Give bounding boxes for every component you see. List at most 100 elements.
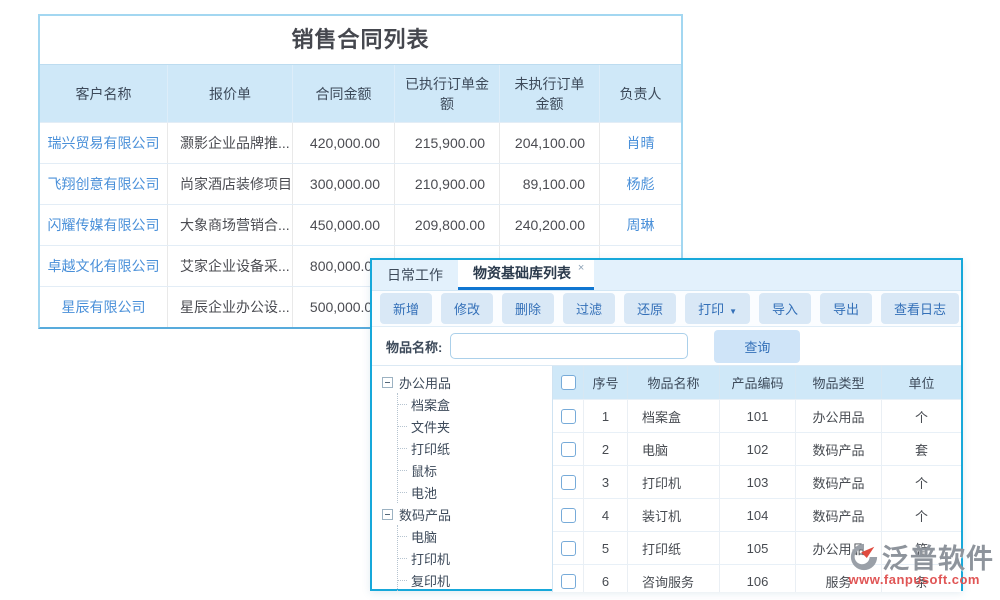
cell-quotation: 大象商场营销合... [167,205,292,245]
close-icon[interactable]: × [578,262,584,274]
cell-unit: 个 [881,466,961,498]
cell-item-name[interactable]: 档案盒 [627,400,719,432]
tree-leaf[interactable]: 电池 [398,481,552,503]
search-row: 物品名称: 查询 [372,327,961,365]
tree-node-label: 数码产品 [399,505,451,524]
row-checkbox[interactable] [561,475,576,490]
page-title: 销售合同列表 [40,16,681,64]
item-name-label: 物品名称: [386,337,442,356]
toolbar-button[interactable]: 导出 [820,293,872,324]
cell-item-name[interactable]: 装订机 [627,499,719,531]
column-header-quote: 报价单 [167,65,292,122]
row-checkbox[interactable] [561,508,576,523]
toolbar-button[interactable]: 查看日志 [881,293,959,324]
tab-daily-work[interactable]: 日常工作 [372,260,458,290]
row-checkbox[interactable] [561,574,576,589]
cell-unit: 套 [881,433,961,465]
cell-product-code[interactable]: 106 [719,565,795,592]
tree-leaf-label: 打印纸 [411,439,450,458]
cell-item-name[interactable]: 咨询服务 [627,565,719,592]
tree-leaf[interactable]: 电脑 [398,525,552,547]
tree-leaf-label: 电脑 [411,527,437,546]
toolbar-button[interactable]: 修改 [441,293,493,324]
table-row[interactable]: 2 电脑 102 数码产品 套 [553,432,961,465]
toolbar-button-label: 查看日志 [894,302,946,317]
materials-header-row: 序号 物品名称 产品编码 物品类型 单位 [553,366,961,399]
tab-materials-list[interactable]: 物资基础库列表 × [458,260,594,290]
tree-leaf[interactable]: 打印机 [398,547,552,569]
table-row[interactable]: 瑞兴贸易有限公司 灏影企业品牌推... 420,000.00 215,900.0… [40,122,681,163]
cell-quotation: 灏影企业品牌推... [167,123,292,163]
tree-children-office: 档案盒 文件夹 打印纸 鼠标 电池 [397,393,552,503]
table-row[interactable]: 3 打印机 103 数码产品 个 [553,465,961,498]
cell-customer-name[interactable]: 闪耀传媒有限公司 [40,205,167,245]
tree-leaf[interactable]: 文件夹 [398,415,552,437]
select-all-checkbox[interactable] [561,375,576,390]
cell-product-code[interactable]: 104 [719,499,795,531]
toolbar-button[interactable]: 过滤 [563,293,615,324]
cell-checkbox [553,565,583,592]
cell-owner[interactable]: 周琳 [599,205,681,245]
column-header-item-type: 物品类型 [795,366,881,399]
toolbar-button[interactable]: 打印▼ [685,293,750,324]
column-header-customer: 客户名称 [40,65,167,122]
cell-executed-amount: 215,900.00 [394,123,499,163]
tree-node-office-supplies[interactable]: 办公用品 [382,371,552,393]
tree-leaf-label: 文件夹 [411,417,450,436]
table-row[interactable]: 飞翔创意有限公司 尚家酒店装修项目 300,000.00 210,900.00 … [40,163,681,204]
cell-executed-amount: 209,800.00 [394,205,499,245]
cell-checkbox [553,499,583,531]
table-row[interactable]: 1 档案盒 101 办公用品 个 [553,399,961,432]
cell-item-name[interactable]: 电脑 [627,433,719,465]
cell-item-name[interactable]: 打印纸 [627,532,719,564]
tree-node-label: 办公用品 [399,373,451,392]
row-checkbox[interactable] [561,541,576,556]
cell-owner[interactable]: 杨彪 [599,164,681,204]
tree-leaf[interactable]: 复印机 [398,569,552,591]
query-button[interactable]: 查询 [714,330,800,363]
cell-product-code[interactable]: 105 [719,532,795,564]
cell-index: 6 [583,565,627,592]
toolbar-button[interactable]: 新增 [380,293,432,324]
cell-product-code[interactable]: 101 [719,400,795,432]
table-row[interactable]: 闪耀传媒有限公司 大象商场营销合... 450,000.00 209,800.0… [40,204,681,245]
tree-leaf[interactable]: 鼠标 [398,459,552,481]
row-checkbox[interactable] [561,442,576,457]
column-header-unit: 单位 [881,366,961,399]
toolbar-button[interactable]: 删除 [502,293,554,324]
tree-leaf[interactable]: 档案盒 [398,393,552,415]
cell-customer-name[interactable]: 瑞兴贸易有限公司 [40,123,167,163]
cell-index: 4 [583,499,627,531]
cell-index: 2 [583,433,627,465]
tree-leaf[interactable]: 打印纸 [398,437,552,459]
toolbar-button-label: 新增 [393,302,419,317]
fanpu-logo-icon [849,542,879,572]
cell-item-name[interactable]: 打印机 [627,466,719,498]
cell-item-type: 数码产品 [795,466,881,498]
select-all-cell [553,366,583,399]
cell-customer-name[interactable]: 星辰有限公司 [40,287,167,327]
cell-customer-name[interactable]: 飞翔创意有限公司 [40,164,167,204]
row-checkbox[interactable] [561,409,576,424]
toolbar-button[interactable]: 还原 [624,293,676,324]
toolbar-button-label: 修改 [454,302,480,317]
tree-leaf-label: 复印机 [411,571,450,590]
table-row[interactable]: 4 装订机 104 数码产品 个 [553,498,961,531]
cell-quotation: 尚家酒店装修项目 [167,164,292,204]
cell-item-type: 数码产品 [795,433,881,465]
cell-product-code[interactable]: 102 [719,433,795,465]
cell-index: 5 [583,532,627,564]
cell-customer-name[interactable]: 卓越文化有限公司 [40,246,167,286]
cell-contract-amount: 300,000.00 [292,164,394,204]
toolbar-button[interactable]: 导入 [759,293,811,324]
toolbar-button-label: 导出 [833,302,859,317]
tree-node-digital-products[interactable]: 数码产品 [382,503,552,525]
collapse-icon[interactable] [382,509,393,520]
item-name-input[interactable] [450,333,688,359]
cell-product-code[interactable]: 103 [719,466,795,498]
cell-executed-amount: 210,900.00 [394,164,499,204]
cell-owner[interactable]: 肖晴 [599,123,681,163]
toolbar-button-label: 导入 [772,302,798,317]
cell-quotation: 星辰企业办公设... [167,287,292,327]
collapse-icon[interactable] [382,377,393,388]
